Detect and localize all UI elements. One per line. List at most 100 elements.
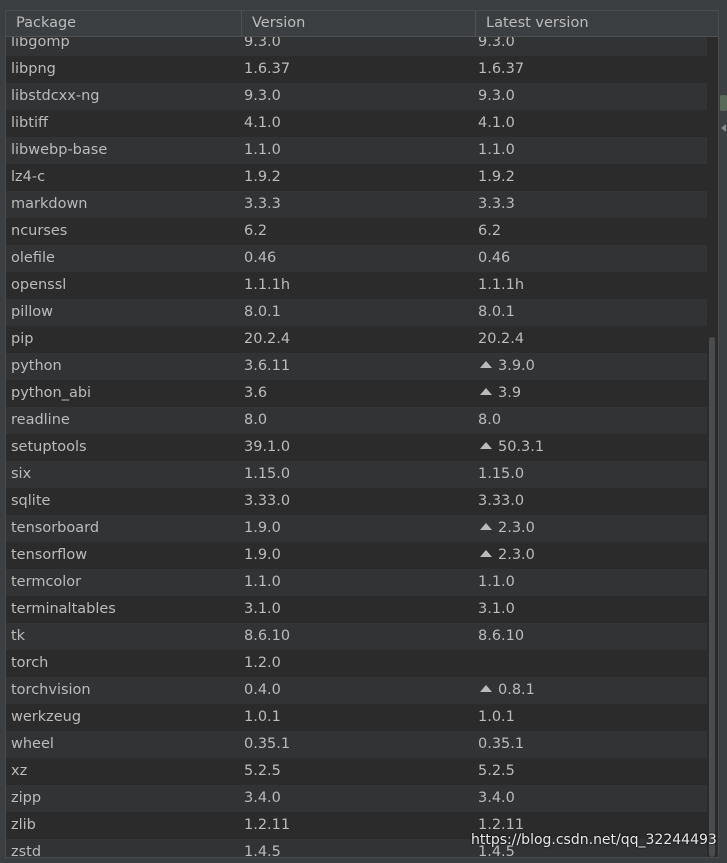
package-version: 1.9.2 — [244, 169, 281, 185]
latest-version-text: 1.0.1 — [478, 709, 515, 725]
package-version: 1.2.11 — [244, 817, 291, 833]
package-version: 3.33.0 — [244, 493, 291, 509]
table-header: Package Version Latest version — [6, 11, 718, 37]
package-name: setuptools — [11, 439, 87, 455]
package-name: pillow — [11, 304, 54, 320]
table-row[interactable]: lz4-c 1.9.2 1.9.2 — [6, 164, 708, 191]
upgrade-available-icon[interactable] — [480, 550, 492, 557]
package-version: 0.4.0 — [244, 682, 281, 698]
table-row[interactable]: zipp 3.4.0 3.4.0 — [6, 785, 708, 812]
table-row[interactable]: torch 1.2.0 — [6, 650, 708, 677]
latest-version-text: 3.4.0 — [478, 790, 515, 806]
table-row[interactable]: openssl 1.1.1h 1.1.1h — [6, 272, 708, 299]
package-name: tensorboard — [11, 520, 100, 536]
package-latest-version: 3.1.0 — [478, 596, 703, 623]
package-name: xz — [11, 763, 28, 779]
package-version: 8.0 — [244, 412, 268, 428]
table-row[interactable]: wheel 0.35.1 0.35.1 — [6, 731, 708, 758]
table-row[interactable]: xz 5.2.5 5.2.5 — [6, 758, 708, 785]
package-name: ncurses — [11, 223, 68, 239]
table-row[interactable]: readline 8.0 8.0 — [6, 407, 708, 434]
package-name: libwebp-base — [11, 142, 108, 158]
table-row[interactable]: python_abi 3.6 3.9 — [6, 380, 708, 407]
package-name: zipp — [11, 790, 42, 806]
table-row[interactable]: libpng 1.6.37 1.6.37 — [6, 56, 708, 83]
upgrade-available-icon[interactable] — [480, 388, 492, 395]
package-latest-version — [478, 650, 703, 677]
package-latest-version: 1.6.37 — [478, 56, 703, 83]
latest-version-text: 1.6.37 — [478, 61, 525, 77]
package-latest-version: 8.0.1 — [478, 299, 703, 326]
table-row[interactable]: werkzeug 1.0.1 1.0.1 — [6, 704, 708, 731]
table-row[interactable]: python 3.6.11 3.9.0 — [6, 353, 708, 380]
package-latest-version: 1.0.1 — [478, 704, 703, 731]
package-version: 1.0.1 — [244, 709, 281, 725]
package-name: python — [11, 358, 62, 374]
upgrade-available-icon[interactable] — [480, 523, 492, 530]
package-version: 8.6.10 — [244, 628, 291, 644]
table-row[interactable]: olefile 0.46 0.46 — [6, 245, 708, 272]
package-name: terminaltables — [11, 601, 116, 617]
package-version: 39.1.0 — [244, 439, 291, 455]
table-row[interactable]: pillow 8.0.1 8.0.1 — [6, 299, 708, 326]
package-name: wheel — [11, 736, 54, 752]
package-latest-version: 20.2.4 — [478, 326, 703, 353]
table-row[interactable]: pip 20.2.4 20.2.4 — [6, 326, 708, 353]
watermark-text: https://blog.csdn.net/qq_32244493 — [471, 832, 717, 848]
latest-version-text: 3.3.3 — [478, 196, 515, 212]
package-latest-version: 6.2 — [478, 218, 703, 245]
package-version: 1.4.5 — [244, 844, 281, 858]
latest-version-text: 2.3.0 — [498, 547, 535, 563]
package-version: 0.46 — [244, 250, 277, 266]
package-name: markdown — [11, 196, 88, 212]
latest-version-text: 50.3.1 — [498, 439, 545, 455]
upgrade-available-icon[interactable] — [480, 361, 492, 368]
package-version: 3.4.0 — [244, 790, 281, 806]
upgrade-available-icon[interactable] — [480, 442, 492, 449]
latest-version-text: 4.1.0 — [478, 115, 515, 131]
latest-version-text: 8.0.1 — [478, 304, 515, 320]
package-name: openssl — [11, 277, 67, 293]
table-row[interactable]: sqlite 3.33.0 3.33.0 — [6, 488, 708, 515]
table-row[interactable]: setuptools 39.1.0 50.3.1 — [6, 434, 708, 461]
package-name: libstdcxx-ng — [11, 88, 100, 104]
package-version: 20.2.4 — [244, 331, 291, 347]
package-version: 4.1.0 — [244, 115, 281, 131]
table-row[interactable]: six 1.15.0 1.15.0 — [6, 461, 708, 488]
package-latest-version: 3.9 — [478, 380, 703, 407]
table-row[interactable]: tensorboard 1.9.0 2.3.0 — [6, 515, 708, 542]
latest-version-text: 0.35.1 — [478, 736, 525, 752]
table-row[interactable]: markdown 3.3.3 3.3.3 — [6, 191, 708, 218]
column-header-latest-version[interactable]: Latest version — [476, 11, 718, 36]
side-tool-tab-icon[interactable] — [720, 95, 727, 111]
table-row[interactable]: libstdcxx-ng 9.3.0 9.3.0 — [6, 83, 708, 110]
table-row[interactable]: terminaltables 3.1.0 3.1.0 — [6, 596, 708, 623]
table-row[interactable]: ncurses 6.2 6.2 — [6, 218, 708, 245]
column-header-version[interactable]: Version — [242, 11, 476, 36]
collapse-arrow-icon[interactable] — [721, 124, 726, 132]
upgrade-available-icon[interactable] — [480, 685, 492, 692]
vertical-scrollbar[interactable] — [707, 37, 717, 857]
column-header-package[interactable]: Package — [6, 11, 242, 36]
package-latest-version: 2.3.0 — [478, 515, 703, 542]
package-latest-version: 4.1.0 — [478, 110, 703, 137]
table-row[interactable]: tk 8.6.10 8.6.10 — [6, 623, 708, 650]
package-latest-version: 0.8.1 — [478, 677, 703, 704]
latest-version-text: 2.3.0 — [498, 520, 535, 536]
table-row[interactable]: torchvision 0.4.0 0.8.1 — [6, 677, 708, 704]
package-name: libpng — [11, 61, 56, 77]
package-version: 0.35.1 — [244, 736, 291, 752]
table-row[interactable]: termcolor 1.1.0 1.1.0 — [6, 569, 708, 596]
table-row[interactable]: tensorflow 1.9.0 2.3.0 — [6, 542, 708, 569]
scrollbar-thumb[interactable] — [709, 337, 715, 857]
latest-version-text: 1.1.0 — [478, 574, 515, 590]
package-version: 3.6.11 — [244, 358, 291, 374]
package-latest-version: 3.3.3 — [478, 191, 703, 218]
package-latest-version: 1.1.1h — [478, 272, 703, 299]
package-latest-version: 1.1.0 — [478, 137, 703, 164]
table-row[interactable]: libtiff 4.1.0 4.1.0 — [6, 110, 708, 137]
table-row[interactable]: libwebp-base 1.1.0 1.1.0 — [6, 137, 708, 164]
package-latest-version: 50.3.1 — [478, 434, 703, 461]
package-latest-version: 3.4.0 — [478, 785, 703, 812]
package-latest-version: 3.9.0 — [478, 353, 703, 380]
